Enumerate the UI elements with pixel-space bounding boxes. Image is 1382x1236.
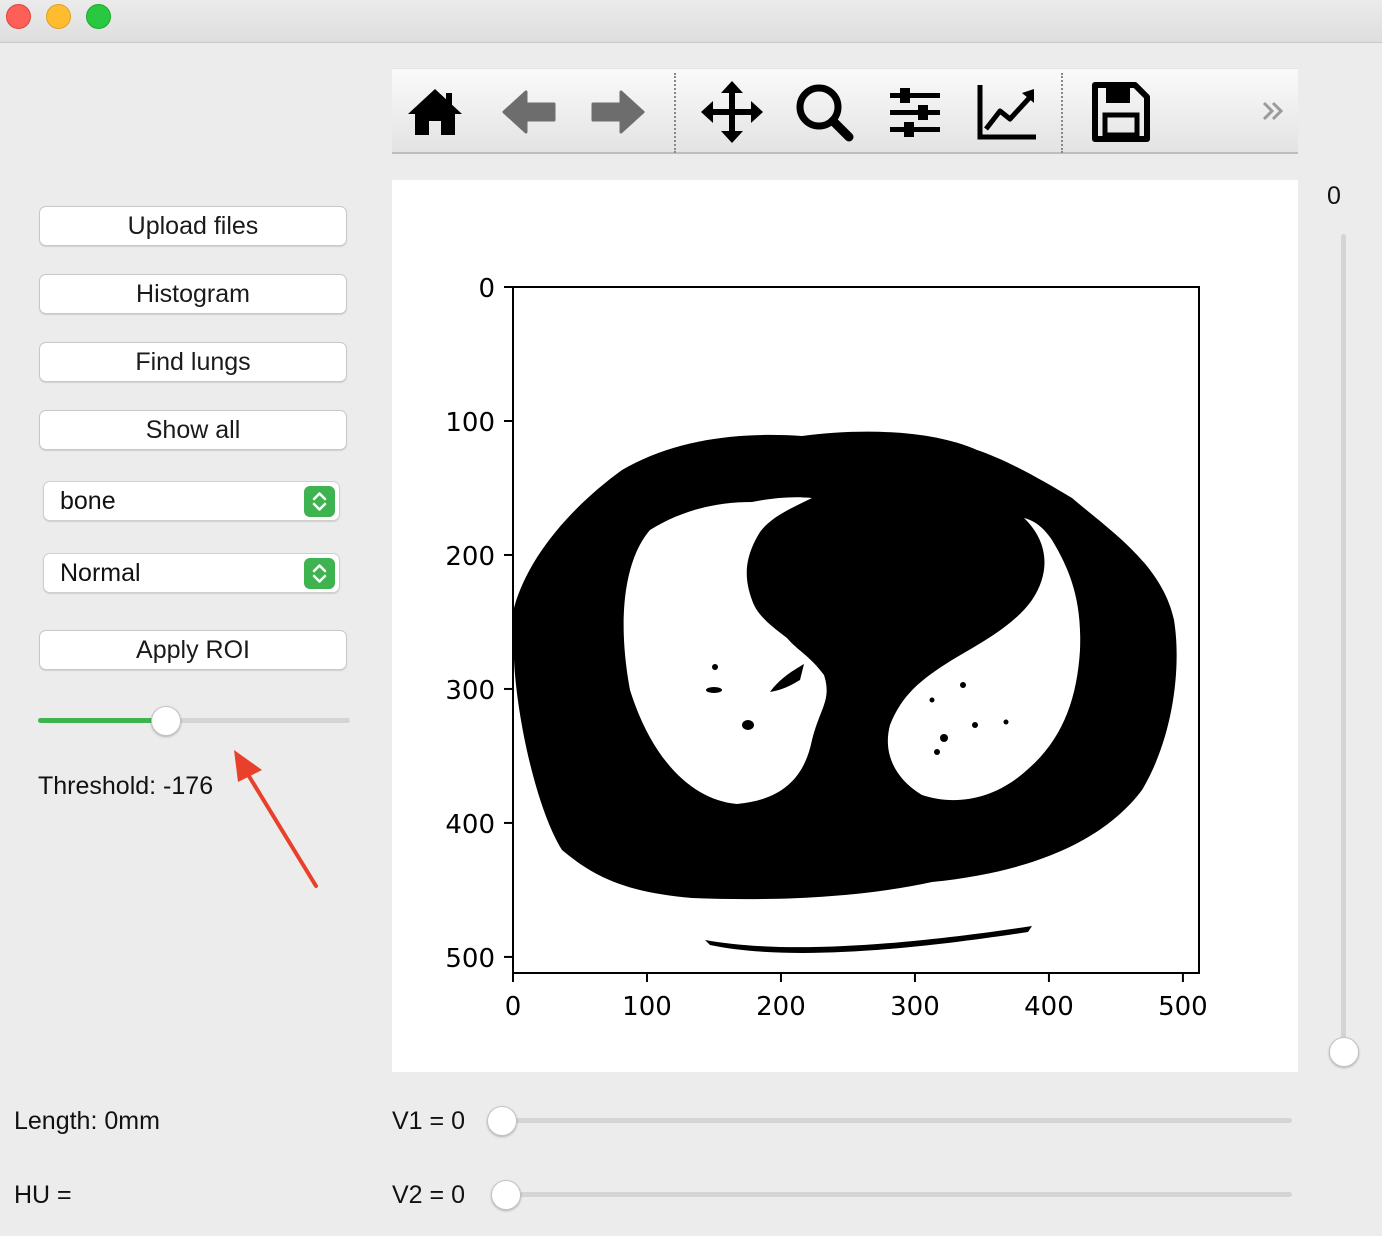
toolbar-separator [674,73,676,153]
back-button[interactable] [496,79,562,145]
threshold-label: Threshold: -176 [38,772,214,800]
pan-button[interactable] [699,79,765,145]
forward-arrow-icon [591,90,645,134]
mode-select[interactable]: Normal [43,553,340,593]
threshold-slider[interactable] [38,718,350,723]
find-lungs-button[interactable]: Find lungs [39,342,347,382]
x-tick-label: 0 [505,992,522,1022]
slice-slider-handle[interactable] [1329,1037,1359,1067]
threshold-slider-handle[interactable] [150,706,181,736]
histogram-button[interactable]: Histogram [39,274,347,314]
slice-slider[interactable] [1341,234,1346,1052]
length-label: Length: 0mm [14,1107,160,1135]
y-tick-label: 400 [445,810,495,840]
zoom-window-button[interactable] [86,4,111,29]
forward-button[interactable] [585,79,651,145]
ct-binary-image [514,431,1177,953]
y-tick-label: 300 [445,676,495,706]
v1-label: V1 = 0 [392,1107,465,1135]
y-tick-label: 500 [445,944,495,974]
y-tick-label: 200 [445,542,495,572]
hu-label: HU = [14,1181,72,1209]
v1-slider[interactable] [496,1118,1292,1123]
zoom-button[interactable] [791,79,857,145]
figure-canvas[interactable]: 0 100 200 300 400 500 0 100 200 300 400 500 [392,180,1298,1072]
colormap-select-value: bone [60,487,116,515]
minimize-window-button[interactable] [46,4,71,29]
zoom-magnifier-icon [796,84,854,142]
annotation-arrow [234,750,318,888]
mode-select-value: Normal [60,559,141,587]
slice-value-label: 0 [1327,182,1341,210]
close-window-button[interactable] [6,4,31,29]
overflow-chevron-icon [1262,101,1284,121]
pan-move-icon [701,81,763,143]
plot-toolbar [392,68,1298,154]
y-tick-label: 100 [445,408,495,438]
chevron-up-down-icon [304,558,335,589]
v2-slider-handle[interactable] [491,1180,521,1210]
x-tick-label: 100 [622,992,672,1022]
x-tick-label: 400 [1024,992,1074,1022]
toolbar-overflow-button[interactable] [1252,79,1292,145]
x-tick-label: 300 [890,992,940,1022]
window-title-bar [0,0,1382,43]
home-button[interactable] [402,79,468,145]
v1-slider-handle[interactable] [487,1106,517,1136]
toolbar-separator [1061,73,1063,153]
configure-subplots-button[interactable] [882,79,948,145]
edit-axis-icon [977,85,1036,140]
v2-slider[interactable] [500,1192,1292,1197]
save-button[interactable] [1087,79,1153,145]
apply-roi-button[interactable]: Apply ROI [39,630,347,670]
ct-image-plot[interactable]: 0 100 200 300 400 500 0 100 200 300 400 500 [392,180,1298,1072]
edit-axis-button[interactable] [974,79,1040,145]
configure-subplots-icon [890,88,940,137]
chevron-up-down-icon [304,486,335,517]
home-icon [408,89,462,135]
upload-files-button[interactable]: Upload files [39,206,347,246]
back-arrow-icon [502,90,556,134]
threshold-slider-fill [38,718,166,723]
x-tick-label: 500 [1158,992,1208,1022]
colormap-select[interactable]: bone [43,481,340,521]
v2-label: V2 = 0 [392,1181,465,1209]
show-all-button[interactable]: Show all [39,410,347,450]
x-tick-label: 200 [756,992,806,1022]
y-tick-label: 0 [478,274,495,304]
save-icon [1092,82,1150,142]
